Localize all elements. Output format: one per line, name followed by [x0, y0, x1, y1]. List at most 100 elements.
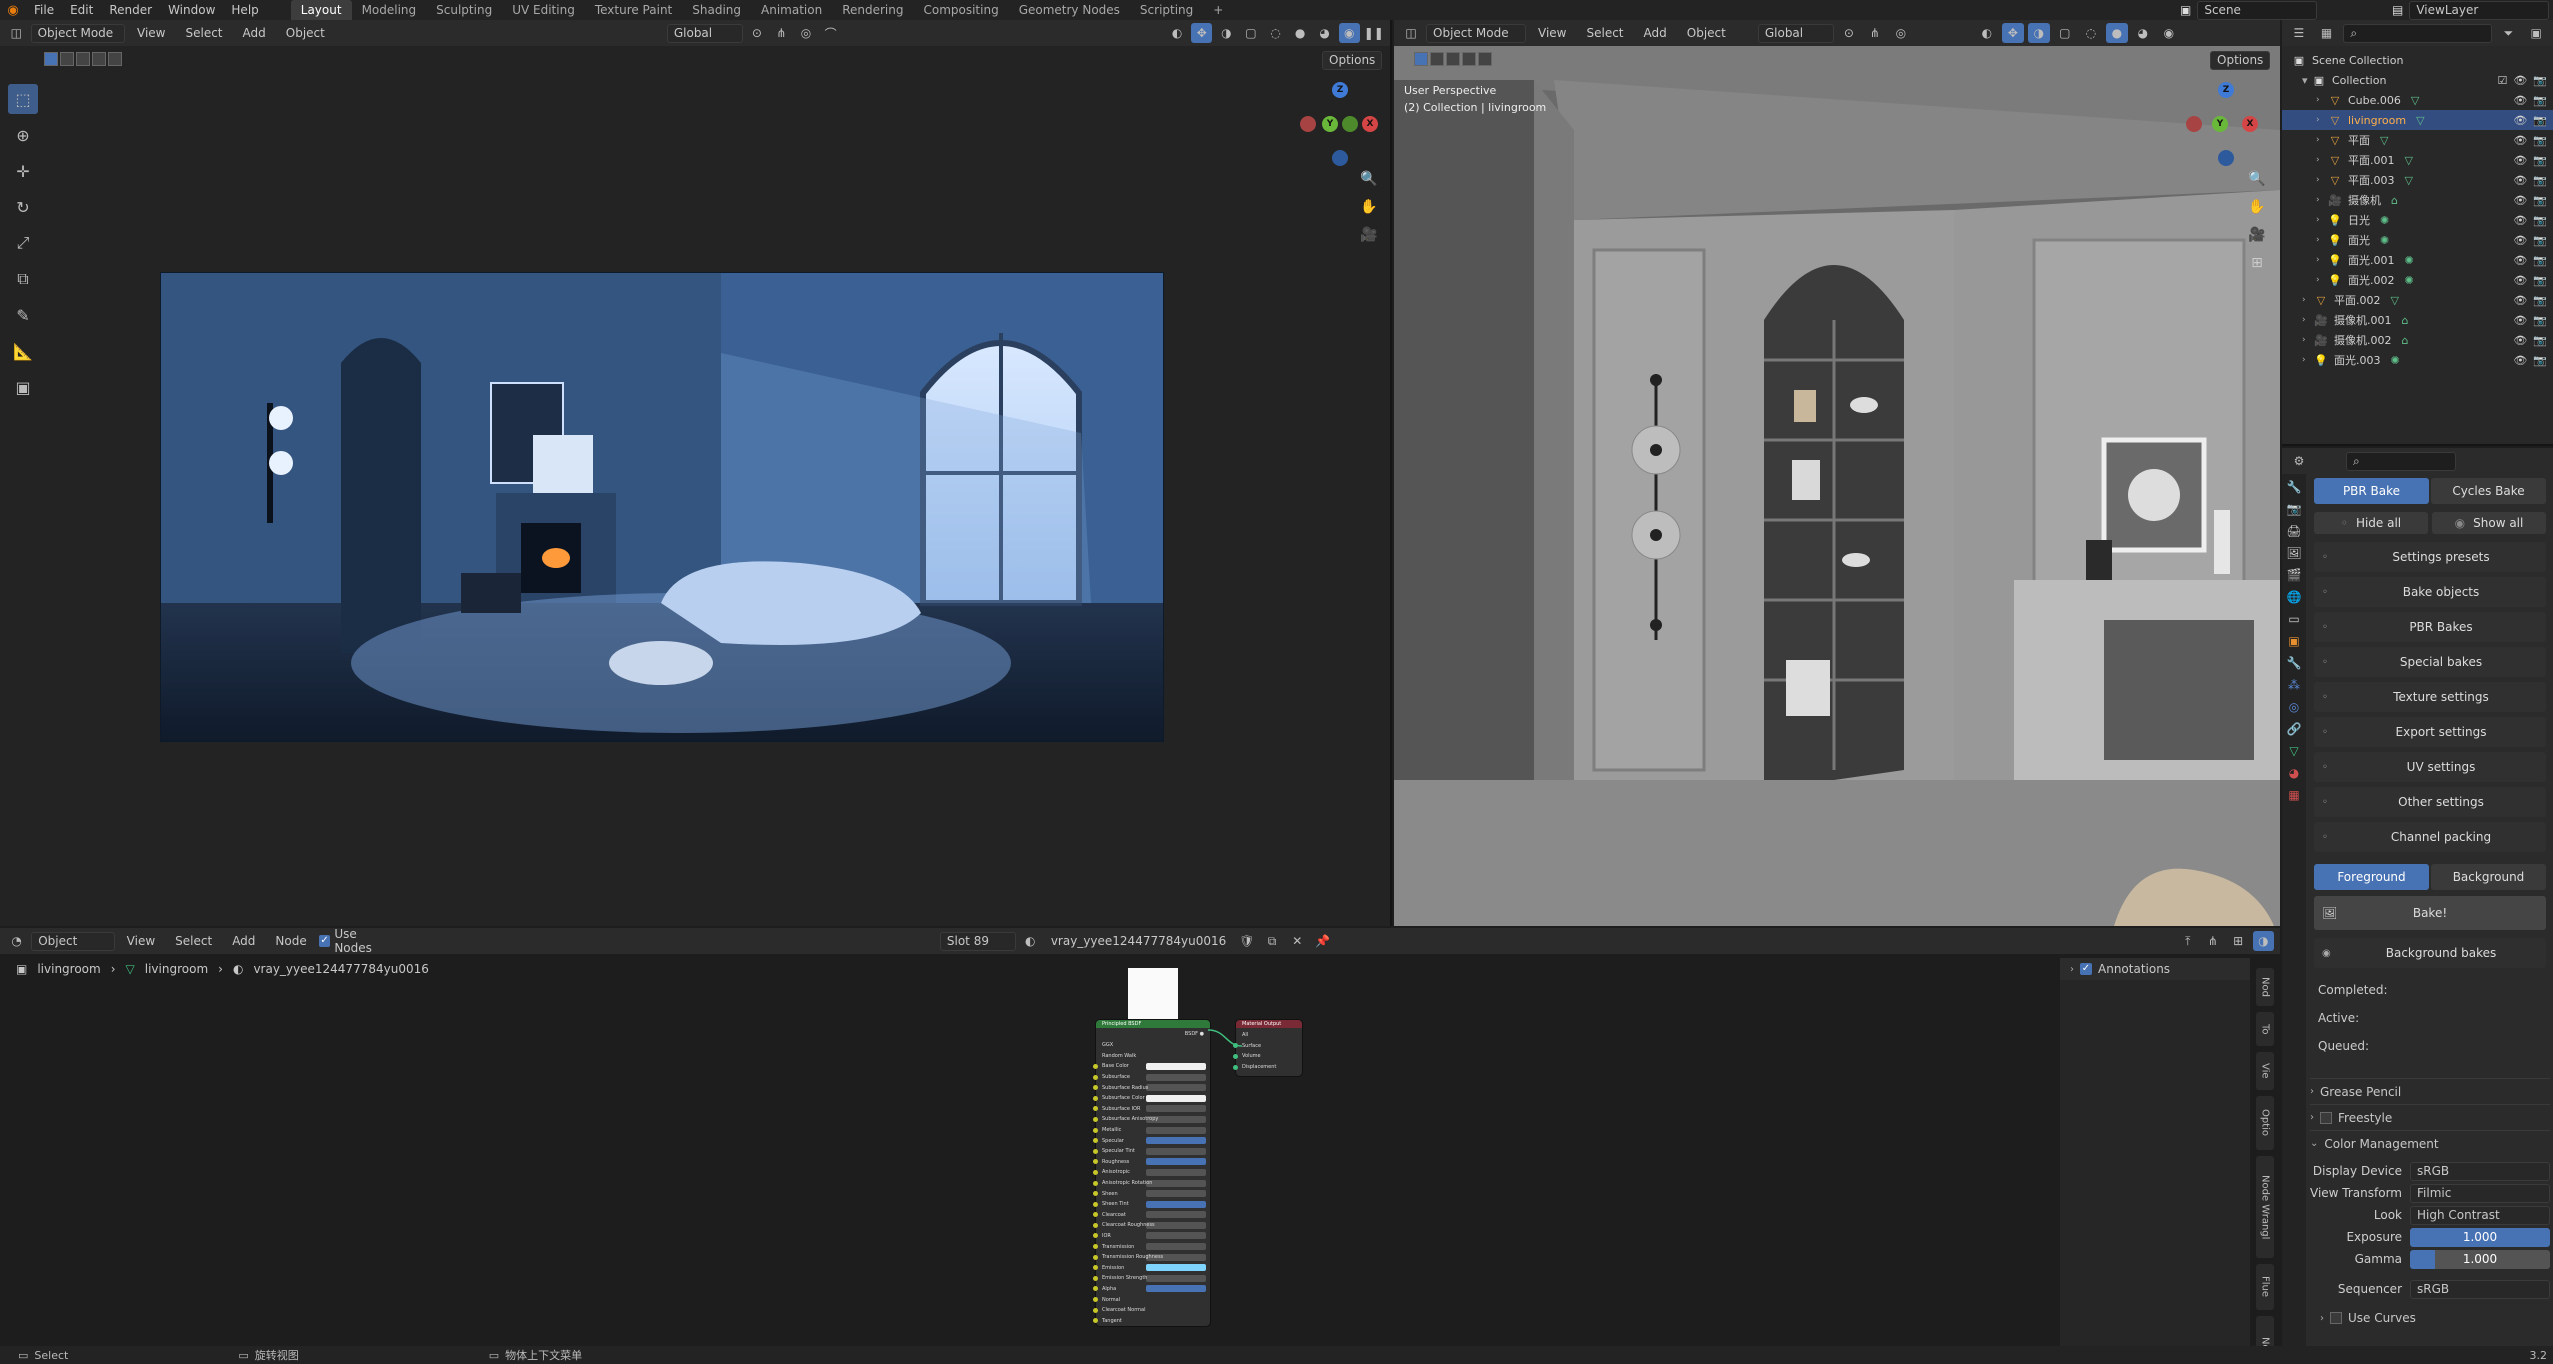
input-socket-icon[interactable] — [1093, 1095, 1098, 1101]
bsdf-input-row[interactable]: Subsurface Radius — [1093, 1082, 1210, 1093]
input-socket-icon[interactable] — [1093, 1074, 1098, 1080]
principled-bsdf-node[interactable]: Principled BSDF BSDF ● GGX Random Walk Bas… — [1093, 1020, 1210, 1326]
pan-hand-icon[interactable]: ✋ — [1358, 196, 1380, 218]
overlay-icon[interactable]: ◑ — [2252, 931, 2274, 951]
menu-render[interactable]: Render — [101, 3, 160, 17]
data-tab-icon[interactable]: ▽ — [2289, 744, 2298, 758]
proportional-edit-icon[interactable]: ◎ — [796, 23, 817, 43]
select-box-tool-icon[interactable]: ⬚ — [8, 84, 38, 114]
ortho-grid-icon[interactable]: ⊞ — [2246, 252, 2268, 274]
cm-row-dropdown[interactable]: High Contrast — [2410, 1205, 2550, 1225]
pivot-icon[interactable]: ⊙ — [747, 23, 768, 43]
mode-dropdown[interactable]: Object Mode — [30, 23, 125, 43]
editor-type-icon[interactable]: ☰ — [2288, 23, 2310, 43]
gizmo-y-icon[interactable]: Y — [2212, 116, 2228, 132]
new-collection-icon[interactable]: ▣ — [2525, 23, 2547, 43]
row-visibility-toggles[interactable]: 👁 📷 — [2513, 314, 2547, 327]
input-value-field[interactable] — [1146, 1243, 1206, 1251]
row-visibility-toggles[interactable]: 👁 📷 — [2513, 254, 2547, 267]
expand-chevron-icon[interactable]: › — [2316, 175, 2328, 185]
shading-wireframe-icon[interactable]: ◌ — [2080, 23, 2102, 43]
input-socket-icon[interactable] — [1233, 1064, 1238, 1070]
exposure-slider[interactable]: 1.000 — [2410, 1227, 2550, 1247]
panel-settings-presets[interactable]: ◦ Settings presets — [2314, 542, 2546, 572]
gizmo-x-icon[interactable]: X — [2242, 116, 2258, 132]
expand-chevron-icon[interactable]: › — [2302, 355, 2314, 365]
shading-solid-icon[interactable]: ● — [2105, 23, 2128, 43]
color-management-panel[interactable]: ⌄ Color Management — [2310, 1130, 2550, 1156]
bsdf-input-row[interactable]: Specular — [1093, 1135, 1210, 1146]
menu-select[interactable]: Select — [1578, 26, 1631, 40]
snap-icon[interactable]: ⋔ — [1864, 23, 1886, 43]
material-tab-icon[interactable]: ◕ — [2289, 766, 2299, 780]
input-socket-icon[interactable] — [1093, 1212, 1098, 1218]
outliner-row[interactable]: › 💡 面光 ✺ 👁 📷 — [2282, 230, 2553, 250]
input-socket-icon[interactable] — [1093, 1244, 1098, 1250]
menu-add[interactable]: Add — [1636, 26, 1675, 40]
menu-file[interactable]: File — [26, 3, 62, 17]
input-value-field[interactable] — [1146, 1211, 1206, 1219]
transform-tool-icon[interactable]: ⧉ — [8, 264, 38, 294]
input-socket-icon[interactable] — [1093, 1180, 1098, 1186]
outliner-row[interactable]: › ▽ 平面 ▽ 👁 📷 — [2282, 130, 2553, 150]
input-socket-icon[interactable] — [1093, 1138, 1098, 1144]
expand-chevron-icon[interactable]: › — [2316, 135, 2328, 145]
pivot-icon[interactable]: ⊙ — [1838, 23, 1860, 43]
expand-chevron-icon[interactable]: › — [2302, 315, 2314, 325]
bsdf-input-row[interactable]: Subsurface Anisotropy — [1093, 1114, 1210, 1125]
bsdf-input-row[interactable]: Clearcoat Roughness — [1093, 1220, 1210, 1231]
input-socket-icon[interactable] — [1093, 1063, 1098, 1069]
tab-scripting[interactable]: Scripting — [1130, 0, 1203, 20]
viewlayer-selector[interactable]: ▤ ViewLayer — [2392, 0, 2550, 20]
input-value-field[interactable] — [1146, 1158, 1206, 1166]
scene-selector[interactable]: ▣ Scene — [2180, 0, 2318, 20]
xray-icon[interactable]: ▢ — [1241, 23, 1262, 43]
input-socket-icon[interactable] — [1093, 1085, 1098, 1091]
gizmo-z-icon[interactable]: Z — [2218, 82, 2234, 98]
panel-special-bakes[interactable]: ◦ Special bakes — [2314, 647, 2546, 677]
cm-row-dropdown[interactable]: sRGB — [2410, 1161, 2550, 1181]
input-value-field[interactable] — [1146, 1147, 1206, 1155]
breadcrumb-material[interactable]: vray_yyee124477784yu0016 — [253, 962, 428, 976]
left-3d-viewport[interactable]: ◫ Object Mode View Select Add Object Glo… — [0, 20, 1392, 926]
texture-tab-icon[interactable]: ▦ — [2288, 788, 2299, 802]
outliner-row[interactable]: › ▽ 平面.001 ▽ 👁 📷 — [2282, 150, 2553, 170]
outliner-row[interactable]: › 🎥 摄像机.001 ⌂ 👁 📷 — [2282, 310, 2553, 330]
outliner-row[interactable]: › ▽ 平面.002 ▽ 👁 📷 — [2282, 290, 2553, 310]
input-socket-icon[interactable] — [1093, 1127, 1098, 1133]
tab-layout[interactable]: Layout — [290, 0, 352, 20]
row-visibility-toggles[interactable]: 👁 📷 — [2513, 334, 2547, 347]
collection-row[interactable]: ▾ ▣ Collection ☑ 👁 📷 — [2282, 70, 2553, 90]
tab-uv-editing[interactable]: UV Editing — [502, 0, 585, 20]
input-value-field[interactable] — [1146, 1105, 1206, 1113]
zoom-icon[interactable]: 🔍 — [2246, 168, 2268, 190]
collapse-chevron-icon[interactable]: ▾ — [2302, 74, 2312, 87]
row-visibility-toggles[interactable]: 👁 📷 — [2513, 94, 2547, 107]
duplicate-material-icon[interactable]: ⧉ — [1261, 931, 1282, 951]
gizmo-toggle-icon[interactable]: ✥ — [2001, 23, 2024, 43]
menu-help[interactable]: Help — [223, 3, 266, 17]
menu-object[interactable]: Object — [278, 26, 333, 40]
panel-texture-settings[interactable]: ◦ Texture settings — [2314, 682, 2546, 712]
freestyle-panel[interactable]: › Freestyle — [2310, 1104, 2550, 1130]
use-curves-row[interactable]: › Use Curves — [2310, 1306, 2550, 1330]
bsdf-input-row[interactable]: Sheen Tint — [1093, 1199, 1210, 1210]
outliner-row[interactable]: › 💡 面光.002 ✺ 👁 📷 — [2282, 270, 2553, 290]
cycles-bake-tab[interactable]: Cycles Bake — [2431, 478, 2546, 504]
scale-tool-icon[interactable]: ⤢ — [8, 228, 38, 258]
output-input-row[interactable]: Displacement — [1233, 1062, 1302, 1073]
input-value-field[interactable] — [1146, 1094, 1206, 1102]
input-socket-icon[interactable] — [1093, 1191, 1098, 1197]
measure-tool-icon[interactable]: 📐 — [8, 336, 38, 366]
row-visibility-toggles[interactable]: 👁 📷 — [2513, 174, 2547, 187]
expand-chevron-icon[interactable]: › — [2316, 215, 2328, 225]
rotate-tool-icon[interactable]: ↻ — [8, 192, 38, 222]
transform-orientation-dropdown[interactable]: Global — [666, 23, 743, 43]
shader-node-editor[interactable]: ◔ Object View Select Add Node ✓ Use Node… — [0, 927, 2280, 1364]
display-mode-icon[interactable]: ▦ — [2316, 23, 2338, 43]
tab-animation[interactable]: Animation — [751, 0, 832, 20]
editor-type-icon[interactable]: ⚙ — [2288, 451, 2310, 471]
select-extend-icon[interactable] — [60, 52, 74, 66]
zoom-icon[interactable]: 🔍 — [1358, 168, 1380, 190]
constraints-tab-icon[interactable]: 🔗 — [2287, 722, 2302, 736]
